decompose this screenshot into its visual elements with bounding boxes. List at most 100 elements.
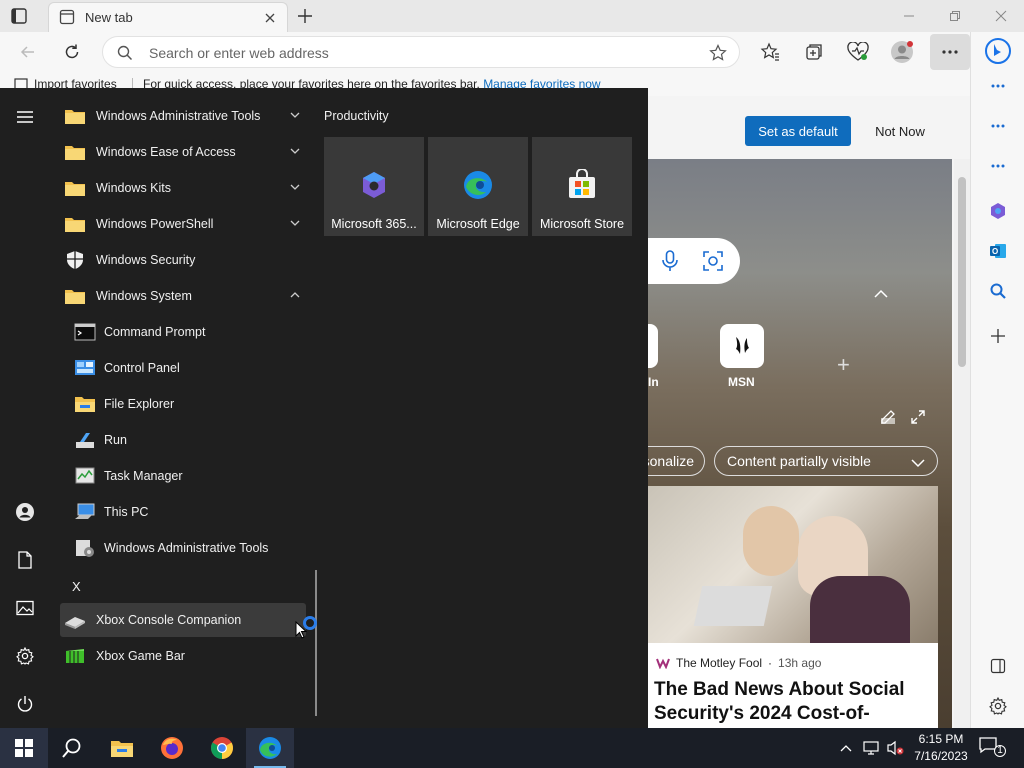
news-image	[648, 486, 938, 643]
notification-count-badge: 1	[994, 745, 1006, 757]
collapse-chevron-up-icon[interactable]	[874, 286, 888, 304]
favorites-icon[interactable]	[758, 40, 782, 64]
quick-link-label: In	[648, 375, 659, 389]
news-source-name: The Motley Fool	[676, 656, 763, 670]
content-visibility-dropdown[interactable]: Content partially visible	[714, 446, 938, 476]
power-icon[interactable]	[14, 693, 36, 715]
tile-microsoft-store[interactable]: Microsoft Store	[532, 137, 632, 236]
taskbar-file-explorer[interactable]	[98, 728, 146, 768]
settings-gear-icon[interactable]	[14, 645, 36, 667]
microsoft-365-icon[interactable]	[985, 198, 1011, 224]
app-label: This PC	[104, 505, 149, 519]
address-input[interactable]	[149, 43, 689, 63]
edit-background-icon[interactable]	[880, 409, 896, 425]
set-as-default-button[interactable]: Set as default	[745, 116, 851, 146]
refresh-button[interactable]	[60, 40, 84, 64]
app-item-windows-administrative-tools-folder[interactable]: Windows Administrative Tools	[60, 99, 306, 133]
app-label: Windows Administrative Tools	[104, 541, 269, 555]
motley-fool-logo-icon	[656, 658, 670, 669]
folder-icon	[65, 290, 85, 304]
new-tab-button[interactable]	[296, 7, 314, 25]
quick-link-tile-partial[interactable]	[648, 324, 658, 368]
sidebar-search-icon[interactable]	[985, 278, 1011, 304]
news-card[interactable]: The Motley Fool · 13h ago The Bad News A…	[648, 486, 938, 728]
address-bar[interactable]	[102, 36, 740, 68]
tile-group-title[interactable]: Productivity	[324, 109, 389, 123]
quick-link-msn[interactable]	[720, 324, 764, 368]
close-window-button[interactable]	[978, 0, 1024, 32]
app-item-xbox-console-companion[interactable]: Xbox Console Companion	[60, 603, 306, 637]
sidebar-loading-icon[interactable]	[985, 153, 1011, 179]
add-quick-link-icon[interactable]: +	[837, 352, 850, 378]
close-tab-icon[interactable]	[263, 11, 277, 25]
cmd-icon	[74, 323, 96, 341]
visual-search-icon[interactable]	[702, 250, 724, 277]
minimize-button[interactable]	[886, 0, 932, 32]
app-item-control-panel[interactable]: Control Panel	[60, 351, 306, 385]
app-item-windows-system-folder[interactable]: Windows System	[60, 279, 306, 313]
collections-icon[interactable]	[802, 40, 826, 64]
control-panel-icon	[75, 360, 95, 375]
app-item-windows-administrative-tools[interactable]: Windows Administrative Tools	[60, 531, 306, 565]
settings-and-more-button[interactable]	[930, 34, 970, 70]
tab-new-tab[interactable]: New tab	[48, 2, 288, 32]
profile-avatar-icon[interactable]	[890, 40, 914, 64]
app-item-command-prompt[interactable]: Command Prompt	[60, 315, 306, 349]
show-hidden-icons-chevron-up-icon[interactable]	[836, 728, 856, 768]
back-button[interactable]	[16, 40, 40, 64]
app-item-windows-ease-of-access-folder[interactable]: Windows Ease of Access	[60, 135, 306, 169]
xbox-game-bar-icon	[66, 649, 84, 663]
app-list-scrollbar[interactable]	[315, 570, 317, 716]
web-search-box[interactable]	[648, 238, 740, 284]
bing-chat-icon[interactable]	[985, 38, 1011, 64]
customize-sidebar-gear-icon[interactable]	[985, 693, 1011, 719]
app-item-xbox-game-bar[interactable]: Xbox Game Bar	[60, 639, 306, 673]
news-headline[interactable]: The Bad News About Social Security's 202…	[654, 678, 934, 726]
letter-header-x[interactable]: X	[72, 579, 81, 594]
store-icon	[569, 169, 595, 198]
start-button[interactable]	[0, 728, 48, 768]
app-item-file-explorer[interactable]: File Explorer	[60, 387, 306, 421]
app-item-task-manager[interactable]: Task Manager	[60, 459, 306, 493]
not-now-button[interactable]: Not Now	[860, 116, 940, 146]
taskbar: 6:15 PM 7/16/2023 1	[0, 728, 1024, 768]
tile-microsoft-365[interactable]: Microsoft 365...	[324, 137, 424, 236]
add-sidebar-app-icon[interactable]	[985, 323, 1011, 349]
network-icon[interactable]	[860, 728, 882, 768]
app-item-windows-security[interactable]: Windows Security	[60, 243, 306, 277]
app-item-run[interactable]: Run	[60, 423, 306, 457]
sidebar-loading-icon[interactable]	[985, 73, 1011, 99]
add-favorite-star-icon[interactable]	[709, 44, 727, 67]
action-center-button[interactable]: 1	[978, 736, 1008, 760]
tile-label: Microsoft Store	[539, 217, 625, 231]
personalize-button[interactable]: sonalize	[648, 446, 705, 476]
page-scrollbar[interactable]	[954, 159, 970, 728]
volume-muted-icon[interactable]	[884, 728, 906, 768]
pictures-icon[interactable]	[14, 597, 36, 619]
hamburger-menu-icon[interactable]	[14, 106, 36, 128]
tab-actions-icon[interactable]	[10, 7, 28, 25]
quick-link-label: MSN	[728, 375, 755, 389]
app-item-windows-kits-folder[interactable]: Windows Kits	[60, 171, 306, 205]
app-item-windows-powershell-folder[interactable]: Windows PowerShell	[60, 207, 306, 241]
scrollbar-thumb[interactable]	[958, 177, 966, 367]
outlook-icon[interactable]: O	[985, 238, 1011, 264]
taskbar-search-button[interactable]	[48, 728, 96, 768]
documents-icon[interactable]	[14, 549, 36, 571]
expand-icon[interactable]	[910, 409, 926, 425]
user-account-icon[interactable]	[14, 501, 36, 523]
sidebar-loading-icon[interactable]	[985, 113, 1011, 139]
microphone-icon[interactable]	[660, 250, 680, 277]
taskbar-firefox[interactable]	[148, 728, 196, 768]
taskbar-clock[interactable]: 6:15 PM 7/16/2023	[908, 731, 974, 765]
window-controls	[886, 0, 1024, 32]
hide-sidebar-icon[interactable]	[985, 653, 1011, 679]
tile-microsoft-edge[interactable]: Microsoft Edge	[428, 137, 528, 236]
taskbar-chrome[interactable]	[198, 728, 246, 768]
task-manager-icon	[75, 467, 95, 484]
browser-essentials-icon[interactable]	[846, 40, 870, 64]
taskbar-edge[interactable]	[246, 728, 294, 768]
restore-button[interactable]	[932, 0, 978, 32]
mouse-pointer-icon	[295, 620, 308, 644]
app-item-this-pc[interactable]: This PC	[60, 495, 306, 529]
